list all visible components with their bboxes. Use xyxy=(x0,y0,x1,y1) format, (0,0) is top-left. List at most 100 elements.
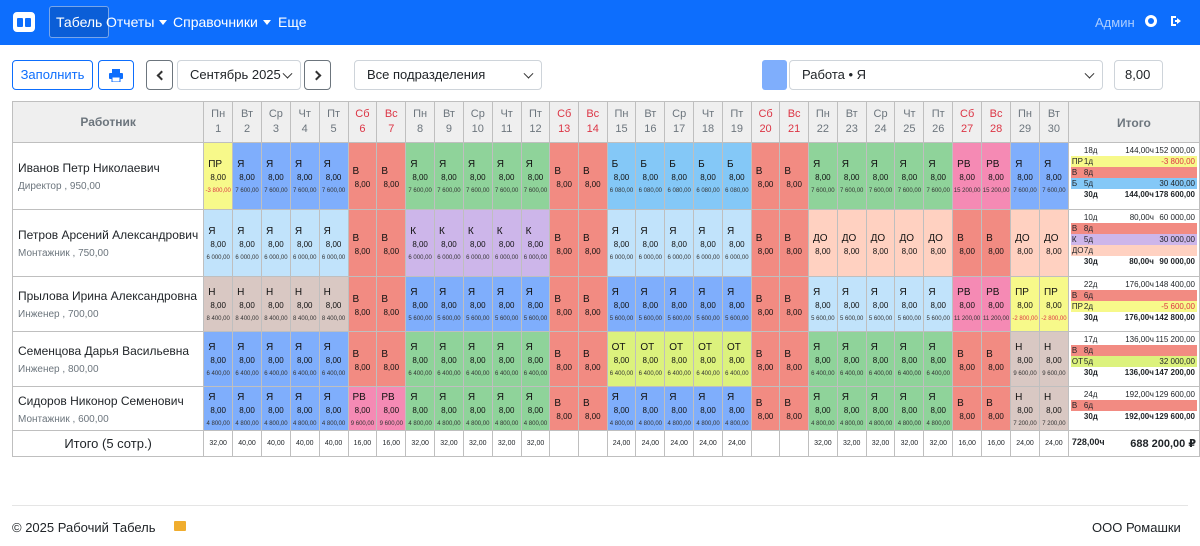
day-cell[interactable]: В 8,00 xyxy=(750,209,781,277)
day-cell[interactable]: Я 8,00 6 400,00 xyxy=(836,331,867,387)
day-cell[interactable]: Я 8,00 5 600,00 xyxy=(462,276,493,332)
day-cell[interactable]: Я 8,00 6 400,00 xyxy=(289,331,320,387)
day-cell[interactable]: Я 8,00 5 600,00 xyxy=(807,276,838,332)
day-cell[interactable]: В 8,00 xyxy=(750,276,781,332)
day-cell[interactable]: В 8,00 xyxy=(779,276,809,332)
day-cell[interactable]: ОТ 8,00 6 400,00 xyxy=(606,331,637,387)
day-cell[interactable]: К 8,00 6 000,00 xyxy=(405,209,436,277)
day-cell[interactable]: К 8,00 6 000,00 xyxy=(520,209,551,277)
day-cell[interactable]: Я 8,00 6 000,00 xyxy=(289,209,320,277)
day-cell[interactable]: В 8,00 xyxy=(549,386,579,431)
day-cell[interactable]: ДО 8,00 xyxy=(865,209,896,277)
employee-cell[interactable]: Иванов Петр Николаевич Директор , 950,00 xyxy=(11,142,205,210)
day-header[interactable]: Ср 3 xyxy=(260,101,291,143)
fill-button[interactable]: Заполнить xyxy=(12,60,93,90)
day-header[interactable]: Вс 21 xyxy=(779,101,809,143)
day-header[interactable]: Вс 7 xyxy=(376,101,407,143)
day-header[interactable]: Сб 20 xyxy=(750,101,781,143)
day-cell[interactable]: К 8,00 6 000,00 xyxy=(491,209,522,277)
day-cell[interactable]: Я 8,00 7 600,00 xyxy=(318,142,349,210)
day-cell[interactable]: Я 8,00 6 400,00 xyxy=(260,331,291,387)
day-cell[interactable]: ОТ 8,00 6 400,00 xyxy=(721,331,752,387)
day-cell[interactable]: В 8,00 xyxy=(347,331,378,387)
day-cell[interactable]: Я 8,00 4 800,00 xyxy=(923,386,954,431)
day-cell[interactable]: В 8,00 xyxy=(750,142,781,210)
day-cell[interactable]: Я 8,00 6 000,00 xyxy=(664,209,695,277)
day-cell[interactable]: Я 8,00 4 800,00 xyxy=(318,386,349,431)
day-cell[interactable]: Я 8,00 6 000,00 xyxy=(318,209,349,277)
day-cell[interactable]: РВ 8,00 15 200,00 xyxy=(952,142,983,210)
day-cell[interactable]: Я 8,00 6 000,00 xyxy=(606,209,637,277)
day-cell[interactable]: Я 8,00 4 800,00 xyxy=(203,386,234,431)
day-cell[interactable]: Я 8,00 4 800,00 xyxy=(836,386,867,431)
day-cell[interactable]: Я 8,00 7 600,00 xyxy=(894,142,925,210)
prev-month-button[interactable] xyxy=(146,60,173,90)
day-header[interactable]: Пт 19 xyxy=(721,101,752,143)
day-cell[interactable]: ДО 8,00 xyxy=(923,209,954,277)
day-header[interactable]: Вс 28 xyxy=(981,101,1012,143)
day-cell[interactable]: Я 8,00 4 800,00 xyxy=(520,386,551,431)
envelope-icon[interactable] xyxy=(174,521,186,531)
day-header[interactable]: Пн 8 xyxy=(405,101,436,143)
day-cell[interactable]: В 8,00 xyxy=(347,209,378,277)
day-cell[interactable]: Я 8,00 6 000,00 xyxy=(721,209,752,277)
day-cell[interactable]: Я 8,00 4 800,00 xyxy=(721,386,752,431)
day-header[interactable]: Сб 13 xyxy=(549,101,579,143)
day-cell[interactable]: Я 8,00 4 800,00 xyxy=(693,386,723,431)
day-cell[interactable]: РВ 8,00 11 200,00 xyxy=(981,276,1012,332)
month-select[interactable]: Сентябрь 2025 xyxy=(177,60,301,90)
day-header[interactable]: Ср 17 xyxy=(664,101,695,143)
day-cell[interactable]: ДО 8,00 xyxy=(894,209,925,277)
day-cell[interactable]: ОТ 8,00 6 400,00 xyxy=(693,331,723,387)
day-cell[interactable]: В 8,00 xyxy=(750,331,781,387)
day-cell[interactable]: К 8,00 6 000,00 xyxy=(434,209,464,277)
day-cell[interactable]: Я 8,00 7 600,00 xyxy=(520,142,551,210)
day-cell[interactable]: Я 8,00 6 000,00 xyxy=(203,209,234,277)
day-cell[interactable]: Я 8,00 6 400,00 xyxy=(434,331,464,387)
day-cell[interactable]: В 8,00 xyxy=(549,209,579,277)
day-cell[interactable]: В 8,00 xyxy=(952,209,983,277)
day-cell[interactable]: В 8,00 xyxy=(549,276,579,332)
day-cell[interactable]: В 8,00 xyxy=(981,386,1012,431)
day-header[interactable]: Пн 22 xyxy=(807,101,838,143)
mark-select[interactable]: Работа • Я xyxy=(789,60,1103,90)
day-cell[interactable]: Я 8,00 6 000,00 xyxy=(693,209,723,277)
day-cell[interactable]: Я 8,00 5 600,00 xyxy=(923,276,954,332)
day-cell[interactable]: Н 8,00 9 600,00 xyxy=(1010,331,1040,387)
employee-cell[interactable]: Петров Арсений Александрович Монтажник , … xyxy=(11,209,205,277)
day-header[interactable]: Пн 1 xyxy=(203,101,234,143)
day-cell[interactable]: ПР 8,00 -2 800,00 xyxy=(1010,276,1040,332)
day-cell[interactable]: Б 8,00 6 080,00 xyxy=(664,142,695,210)
day-cell[interactable]: Я 8,00 5 600,00 xyxy=(836,276,867,332)
day-cell[interactable]: Б 8,00 6 080,00 xyxy=(635,142,666,210)
day-cell[interactable]: Я 8,00 5 600,00 xyxy=(606,276,637,332)
day-cell[interactable]: В 8,00 xyxy=(779,142,809,210)
day-cell[interactable]: В 8,00 xyxy=(577,386,608,431)
day-header[interactable]: Пт 26 xyxy=(923,101,954,143)
day-cell[interactable]: Я 8,00 7 600,00 xyxy=(1010,142,1040,210)
department-select[interactable]: Все подразделения xyxy=(354,60,542,90)
day-cell[interactable]: Н 8,00 9 600,00 xyxy=(1038,331,1069,387)
day-cell[interactable]: Я 8,00 6 400,00 xyxy=(462,331,493,387)
day-cell[interactable]: Я 8,00 5 600,00 xyxy=(434,276,464,332)
day-cell[interactable]: Я 8,00 5 600,00 xyxy=(693,276,723,332)
day-header[interactable]: Вт 16 xyxy=(635,101,666,143)
day-cell[interactable]: Я 8,00 4 800,00 xyxy=(491,386,522,431)
day-cell[interactable]: Я 8,00 7 600,00 xyxy=(289,142,320,210)
hours-input[interactable]: 8,00 xyxy=(1114,60,1163,90)
employee-cell[interactable]: Семенцова Дарья Васильевна Инженер , 800,… xyxy=(11,331,205,387)
day-cell[interactable]: Я 8,00 6 000,00 xyxy=(232,209,262,277)
day-cell[interactable]: Я 8,00 6 400,00 xyxy=(232,331,262,387)
day-cell[interactable]: Я 8,00 6 000,00 xyxy=(260,209,291,277)
day-header[interactable]: Чт 11 xyxy=(491,101,522,143)
day-cell[interactable]: Я 8,00 5 600,00 xyxy=(894,276,925,332)
day-cell[interactable]: Я 8,00 4 800,00 xyxy=(807,386,838,431)
day-cell[interactable]: Я 8,00 5 600,00 xyxy=(405,276,436,332)
day-cell[interactable]: Я 8,00 7 600,00 xyxy=(462,142,493,210)
day-header[interactable]: Вт 2 xyxy=(232,101,262,143)
day-cell[interactable]: ДО 8,00 xyxy=(836,209,867,277)
day-cell[interactable]: Я 8,00 6 000,00 xyxy=(635,209,666,277)
day-cell[interactable]: Я 8,00 4 800,00 xyxy=(260,386,291,431)
day-cell[interactable]: Н 8,00 8 400,00 xyxy=(318,276,349,332)
day-cell[interactable]: В 8,00 xyxy=(779,209,809,277)
